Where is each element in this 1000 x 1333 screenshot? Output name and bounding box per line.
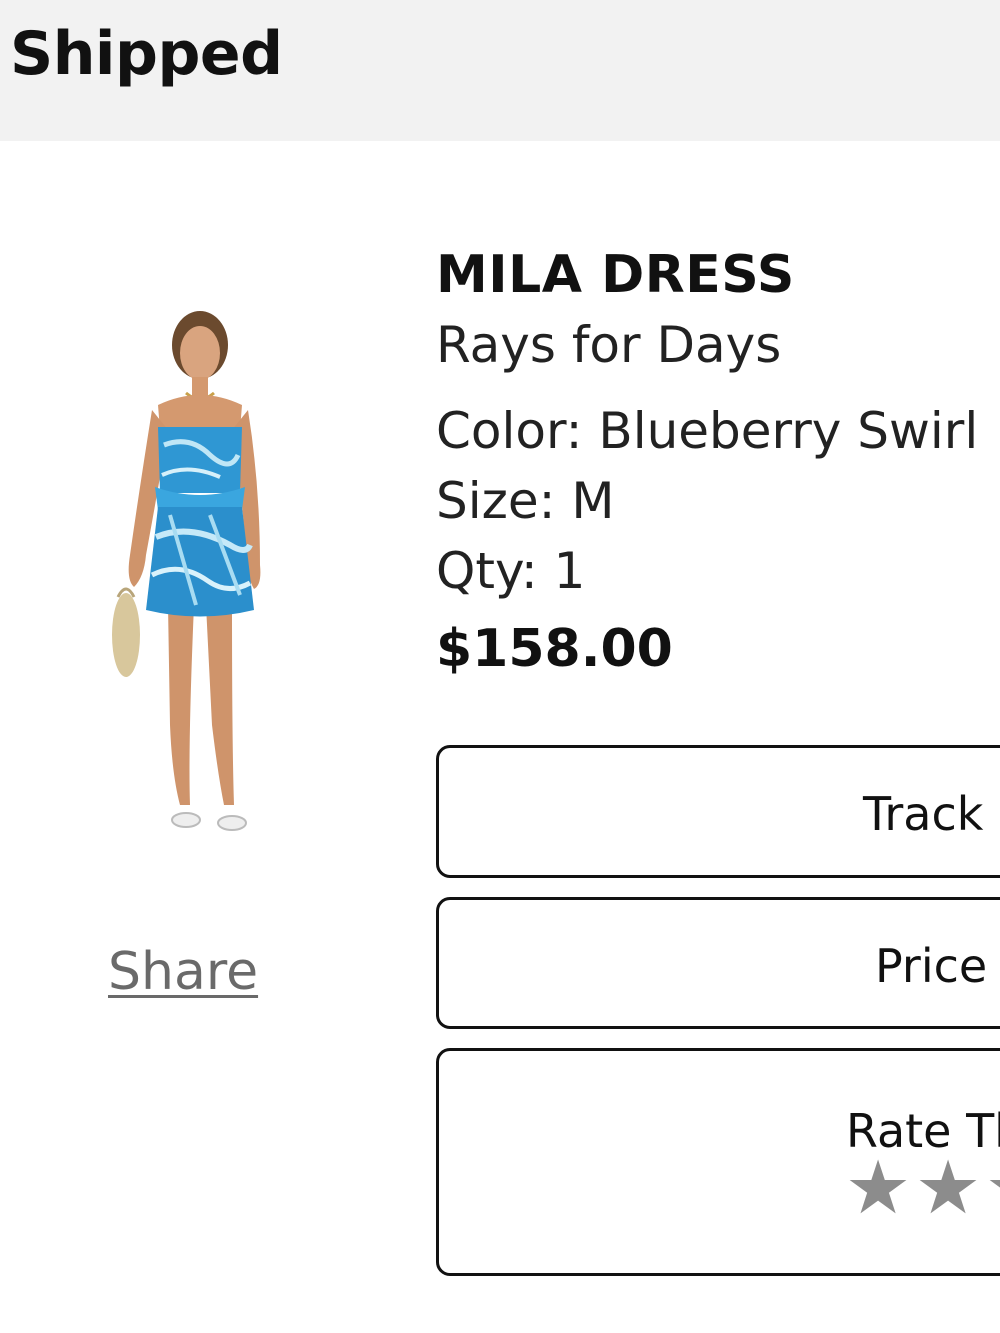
track-package-button[interactable]: Track Package: [436, 745, 1000, 878]
product-size: Size: M: [436, 472, 615, 530]
star-icon[interactable]: ★: [913, 1151, 983, 1225]
product-image[interactable]: [100, 305, 270, 855]
track-package-label: Track Package: [863, 787, 1000, 841]
product-qty: Qty: 1: [436, 542, 586, 600]
price-adjustment-label: Price Adjustment: [875, 939, 1000, 993]
product-brand: Rays for Days: [436, 316, 782, 374]
product-name[interactable]: MILA DRESS: [436, 240, 1000, 310]
star-icon[interactable]: ★: [843, 1151, 913, 1225]
status-title: Shipped: [10, 19, 283, 89]
product-price: $158.00: [436, 619, 673, 679]
dress-photo-icon: [112, 311, 261, 831]
order-item-page: Shipped Share MILA DRESS Rays for Days C…: [0, 0, 1000, 1333]
share-link[interactable]: Share: [108, 940, 258, 1004]
order-status-header: Shipped: [0, 0, 1000, 141]
price-adjustment-button[interactable]: Price Adjustment: [436, 897, 1000, 1029]
star-rating: ★★★★★: [843, 1151, 1000, 1225]
product-color: Color: Blueberry Swirl: [436, 402, 979, 460]
star-icon[interactable]: ★: [983, 1151, 1000, 1225]
product-details: MILA DRESS Rays for Days Color: Blueberr…: [436, 240, 1000, 692]
rate-item-panel: Rate This Item ★★★★★: [436, 1048, 1000, 1276]
